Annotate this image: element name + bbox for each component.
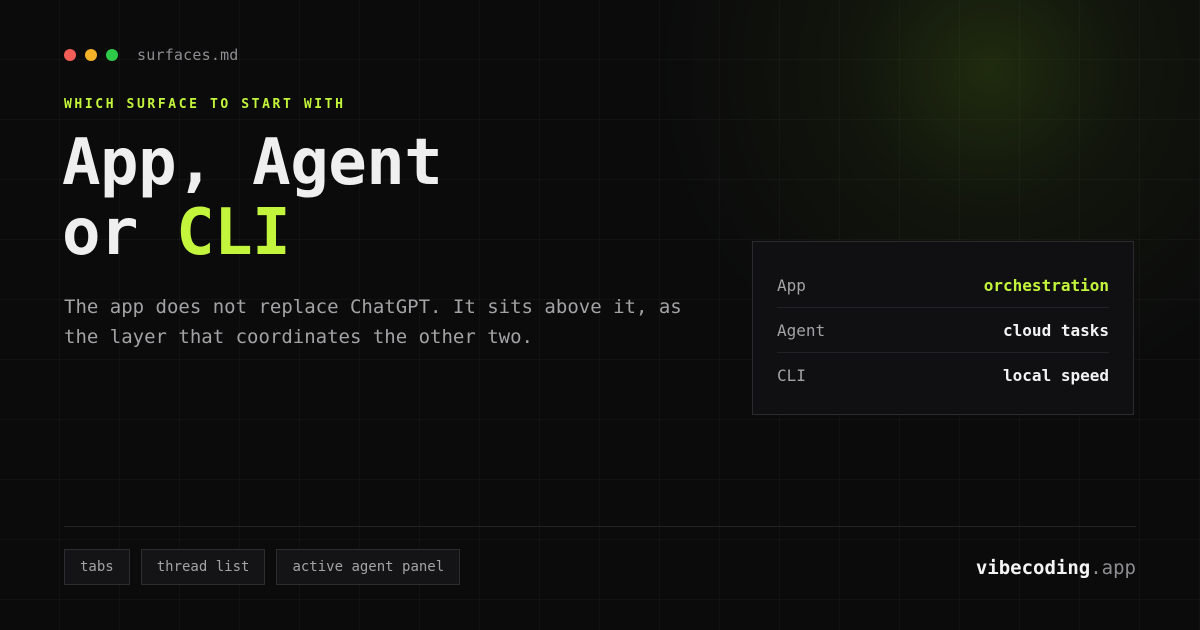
eyebrow-label: WHICH SURFACE TO START WITH: [64, 97, 346, 112]
surface-role: local speed: [1003, 365, 1109, 385]
surface-row-cli: CLI local speed: [777, 353, 1109, 397]
minimize-dot-icon: [85, 49, 97, 61]
brand-name: vibecoding: [975, 557, 1091, 579]
surface-row-app: App orchestration: [777, 263, 1109, 308]
window-title-bar: surfaces.md: [64, 46, 239, 64]
surface-role: cloud tasks: [1003, 320, 1109, 340]
brand-tld: .app: [1090, 557, 1136, 579]
surface-name: App: [777, 275, 806, 295]
og-card: surfaces.md WHICH SURFACE TO START WITH …: [0, 0, 1200, 630]
footer-divider: [64, 526, 1136, 527]
headline-line-2: or CLI: [62, 198, 442, 268]
headline: App, Agent or CLI: [62, 126, 443, 268]
tag-chip-list: tabs thread list active agent panel: [64, 549, 471, 585]
headline-line-1: App, Agent: [62, 126, 443, 200]
maximize-dot-icon: [106, 49, 118, 61]
surface-comparison-card: App orchestration Agent cloud tasks CLI …: [752, 241, 1134, 415]
surface-name: CLI: [777, 365, 806, 385]
tag-chip-thread-list: thread list: [140, 549, 266, 585]
headline-accent-word: CLI: [176, 196, 291, 270]
surface-role: orchestration: [983, 275, 1109, 295]
surface-name: Agent: [777, 320, 826, 340]
brand-wordmark: vibecoding.app: [976, 556, 1136, 580]
close-dot-icon: [64, 49, 76, 61]
file-name: surfaces.md: [137, 46, 239, 64]
tag-chip-tabs: tabs: [64, 549, 130, 585]
surface-row-agent: Agent cloud tasks: [777, 308, 1109, 353]
headline-line-2-prefix: or: [62, 196, 139, 270]
description: The app does not replace ChatGPT. It sit…: [64, 296, 682, 348]
tag-chip-active-agent-panel: active agent panel: [276, 549, 461, 585]
